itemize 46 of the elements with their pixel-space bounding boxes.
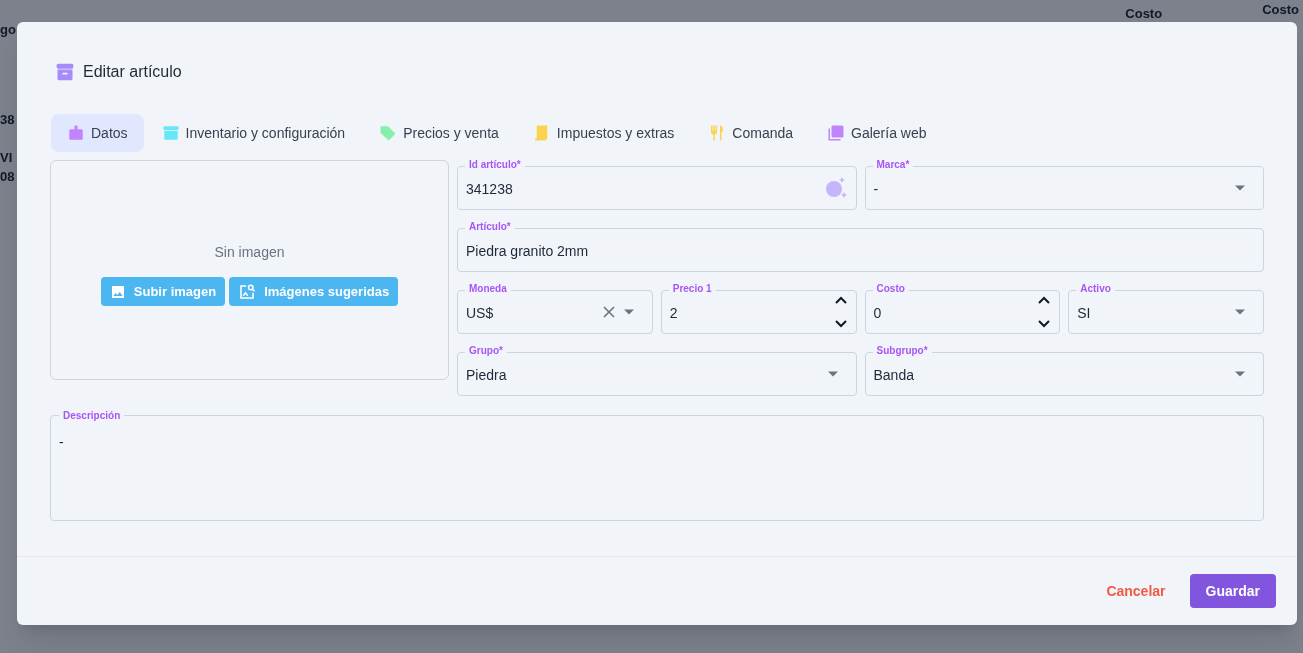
tab[interactable]: Impuestos y extras bbox=[516, 114, 691, 152]
field-value: Piedra bbox=[466, 365, 508, 385]
image-search-icon bbox=[238, 282, 257, 301]
dropdown-caret-icon bbox=[1235, 309, 1245, 315]
archive-icon bbox=[55, 62, 75, 82]
stepper-icon[interactable] bbox=[833, 295, 848, 329]
background-table-text: 08 bbox=[0, 168, 16, 186]
field-label: Activo bbox=[1076, 284, 1115, 294]
tab[interactable]: Datos bbox=[51, 114, 144, 152]
dropdown-caret-icon bbox=[1235, 185, 1245, 191]
empty-image-text: Sin imagen bbox=[214, 243, 285, 262]
image-icon bbox=[109, 283, 126, 300]
tab[interactable]: Precios y venta bbox=[363, 114, 515, 152]
background-table-text: VI bbox=[0, 149, 14, 167]
field-label: Artículo* bbox=[465, 222, 515, 232]
field-value: SI bbox=[1077, 303, 1092, 323]
field-label: Precio 1 bbox=[668, 284, 716, 294]
field-value: Piedra granito 2mm bbox=[466, 241, 590, 261]
field-label: Descripción bbox=[59, 411, 125, 421]
clear-icon[interactable] bbox=[601, 305, 616, 319]
field-value: 0 bbox=[873, 303, 883, 323]
field-label: Grupo* bbox=[465, 346, 507, 356]
field-label: Costo bbox=[872, 284, 909, 294]
tab[interactable]: Galería web bbox=[811, 114, 943, 152]
field-label: Moneda bbox=[465, 284, 511, 294]
field-value: US$ bbox=[466, 303, 495, 323]
save-button[interactable]: Guardar bbox=[1189, 574, 1276, 608]
background-column-header: Costo bbox=[1262, 1, 1299, 19]
field-label: Subgrupo* bbox=[872, 346, 932, 356]
dropdown-caret-icon bbox=[827, 371, 838, 377]
stepper-icon[interactable] bbox=[1037, 295, 1052, 329]
tab[interactable]: Comanda bbox=[692, 114, 810, 152]
field-value: - bbox=[873, 179, 880, 199]
dialog-title: Editar artículo bbox=[83, 62, 182, 82]
field-label: Marca* bbox=[872, 160, 914, 170]
field-value: Banda bbox=[873, 365, 915, 385]
background-table-text: 38 bbox=[0, 111, 16, 129]
background-table-text: go bbox=[0, 21, 17, 39]
field-label: Id artículo* bbox=[465, 160, 525, 170]
dropdown-caret-icon bbox=[623, 309, 634, 315]
field-value: 341238 bbox=[466, 179, 514, 199]
field-value: - bbox=[59, 434, 64, 450]
field-value: 2 bbox=[669, 303, 679, 323]
tab[interactable]: Inventario y configuración bbox=[145, 114, 362, 152]
dropdown-caret-icon bbox=[1235, 371, 1245, 377]
background-column-header: Costo bbox=[1125, 5, 1163, 23]
